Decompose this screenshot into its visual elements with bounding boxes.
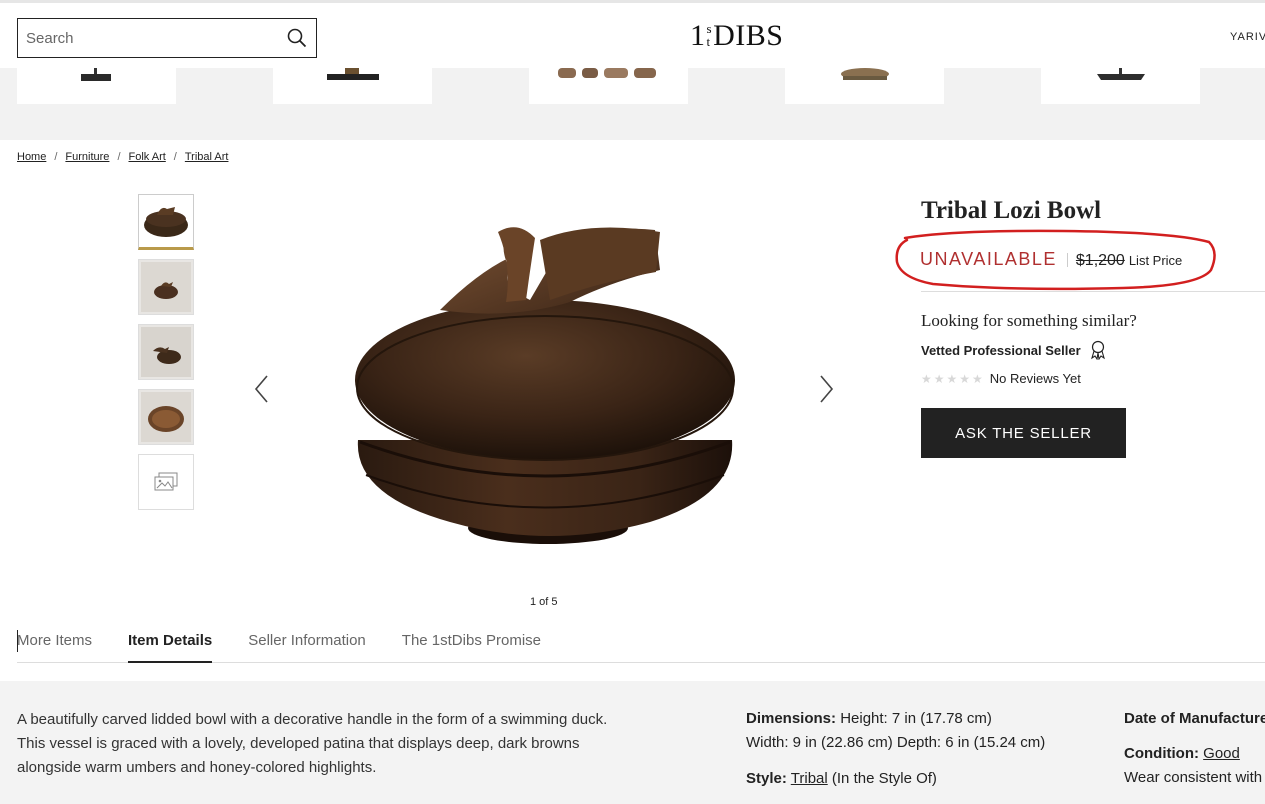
tab-seller-information[interactable]: Seller Information (248, 622, 366, 663)
style-label: Style: (746, 770, 787, 787)
product-title: Tribal Lozi Bowl (921, 197, 1102, 224)
next-image-button[interactable] (816, 372, 836, 406)
date-of-manufacture-spec: Date of Manufacture (1124, 707, 1265, 731)
dimensions-line-1: Height: 7 in (17.78 cm) (840, 710, 992, 727)
breadcrumb-furniture[interactable]: Furniture (65, 151, 109, 163)
panel-divider (921, 291, 1265, 292)
dimensions-spec: Dimensions: Height: 7 in (17.78 cm) Widt… (746, 707, 1045, 755)
text-cursor (17, 630, 18, 652)
product-photo (355, 227, 735, 544)
logo-sup-bottom: t (706, 34, 711, 49)
related-item-card[interactable] (17, 68, 176, 104)
breadcrumb: Home / Furniture / Folk Art / Tribal Art (17, 151, 228, 163)
list-price-label: List Price (1128, 253, 1183, 268)
thumbnail-list (138, 194, 194, 519)
star-rating-icon: ★★★★★ (921, 371, 985, 386)
dimensions-label: Dimensions: (746, 710, 837, 727)
thumbnail-image (141, 327, 191, 377)
breadcrumb-home[interactable]: Home (17, 151, 46, 163)
related-item-card[interactable] (273, 68, 432, 104)
price-divider (1066, 252, 1068, 267)
detail-tabs: More Items Item Details Seller Informati… (17, 622, 1265, 663)
site-logo[interactable]: 1 s t DIBS (690, 19, 783, 53)
tab-1stdibs-promise[interactable]: The 1stDibs Promise (402, 622, 541, 663)
search-input[interactable] (26, 29, 286, 47)
more-images-button[interactable] (138, 454, 194, 510)
vetted-seller-badge: Vetted Professional Seller (921, 340, 1107, 360)
search-icon[interactable] (286, 27, 308, 49)
thumbnail-image (141, 392, 191, 442)
account-menu[interactable]: YARIV (1230, 31, 1265, 43)
breadcrumb-separator: / (173, 151, 177, 163)
related-item-image (80, 68, 111, 81)
chevron-left-icon (254, 375, 268, 403)
related-item-image (840, 68, 889, 80)
gallery-icon (154, 472, 178, 491)
availability-status: UNAVAILABLE (920, 249, 1057, 269)
chevron-right-icon (820, 375, 834, 403)
list-price-value: $1,200 (1075, 252, 1125, 269)
condition-link[interactable]: Good (1203, 745, 1240, 762)
logo-prefix: 1 (690, 19, 706, 52)
thumbnail-4[interactable] (138, 389, 194, 445)
style-spec: Style: Tribal (In the Style Of) (746, 767, 937, 791)
thumbnail-1[interactable] (138, 194, 194, 250)
item-description: A beautifully carved lidded bowl with a … (17, 711, 608, 776)
related-items-strip (0, 68, 1265, 140)
tab-item-details[interactable]: Item Details (128, 622, 213, 663)
style-suffix: (In the Style Of) (831, 770, 937, 787)
related-item-card[interactable] (785, 68, 944, 104)
image-counter: 1 of 5 (530, 596, 558, 608)
search-box[interactable] (17, 18, 317, 58)
thumbnail-image (141, 262, 191, 312)
reviews-label: No Reviews Yet (989, 371, 1081, 386)
previous-image-button[interactable] (252, 372, 272, 406)
condition-spec: Condition: Good Wear consistent with (1124, 742, 1262, 790)
style-link[interactable]: Tribal (791, 770, 828, 787)
site-header: 1 s t DIBS YARIV (0, 0, 1265, 68)
related-item-image (557, 68, 656, 78)
vetted-seller-label: Vetted Professional Seller (921, 342, 1081, 358)
logo-main: DIBS (713, 19, 784, 52)
logo-superscript: s t (707, 22, 713, 48)
date-of-manufacture-label: Date of Manufacture (1124, 710, 1265, 727)
thumbnail-3[interactable] (138, 324, 194, 380)
award-ribbon-icon[interactable] (1089, 340, 1107, 360)
tab-more-items[interactable]: More Items (17, 622, 92, 663)
main-product-image[interactable] (330, 210, 750, 560)
thumbnail-2[interactable] (138, 259, 194, 315)
item-details-section: A beautifully carved lidded bowl with a … (0, 681, 1265, 804)
similar-prompt[interactable]: Looking for something similar? (921, 311, 1137, 331)
dimensions-line-2: Width: 9 in (22.86 cm) Depth: 6 in (15.2… (746, 734, 1046, 751)
related-item-card[interactable] (1041, 68, 1200, 104)
related-item-image (326, 68, 379, 80)
price-row: UNAVAILABLE $1,200 List Price (920, 249, 1182, 270)
thumbnail-image (144, 207, 188, 237)
breadcrumb-separator: / (117, 151, 121, 163)
ask-seller-button[interactable]: ASK THE SELLER (921, 408, 1126, 458)
reviews-summary: ★★★★★ No Reviews Yet (921, 371, 1081, 386)
related-item-image (1096, 68, 1145, 80)
related-item-card[interactable] (529, 68, 688, 104)
condition-label: Condition: (1124, 745, 1199, 762)
breadcrumb-folk-art[interactable]: Folk Art (129, 151, 166, 163)
condition-note: Wear consistent with (1124, 769, 1263, 786)
breadcrumb-separator: / (54, 151, 58, 163)
breadcrumb-tribal-art[interactable]: Tribal Art (185, 151, 229, 163)
